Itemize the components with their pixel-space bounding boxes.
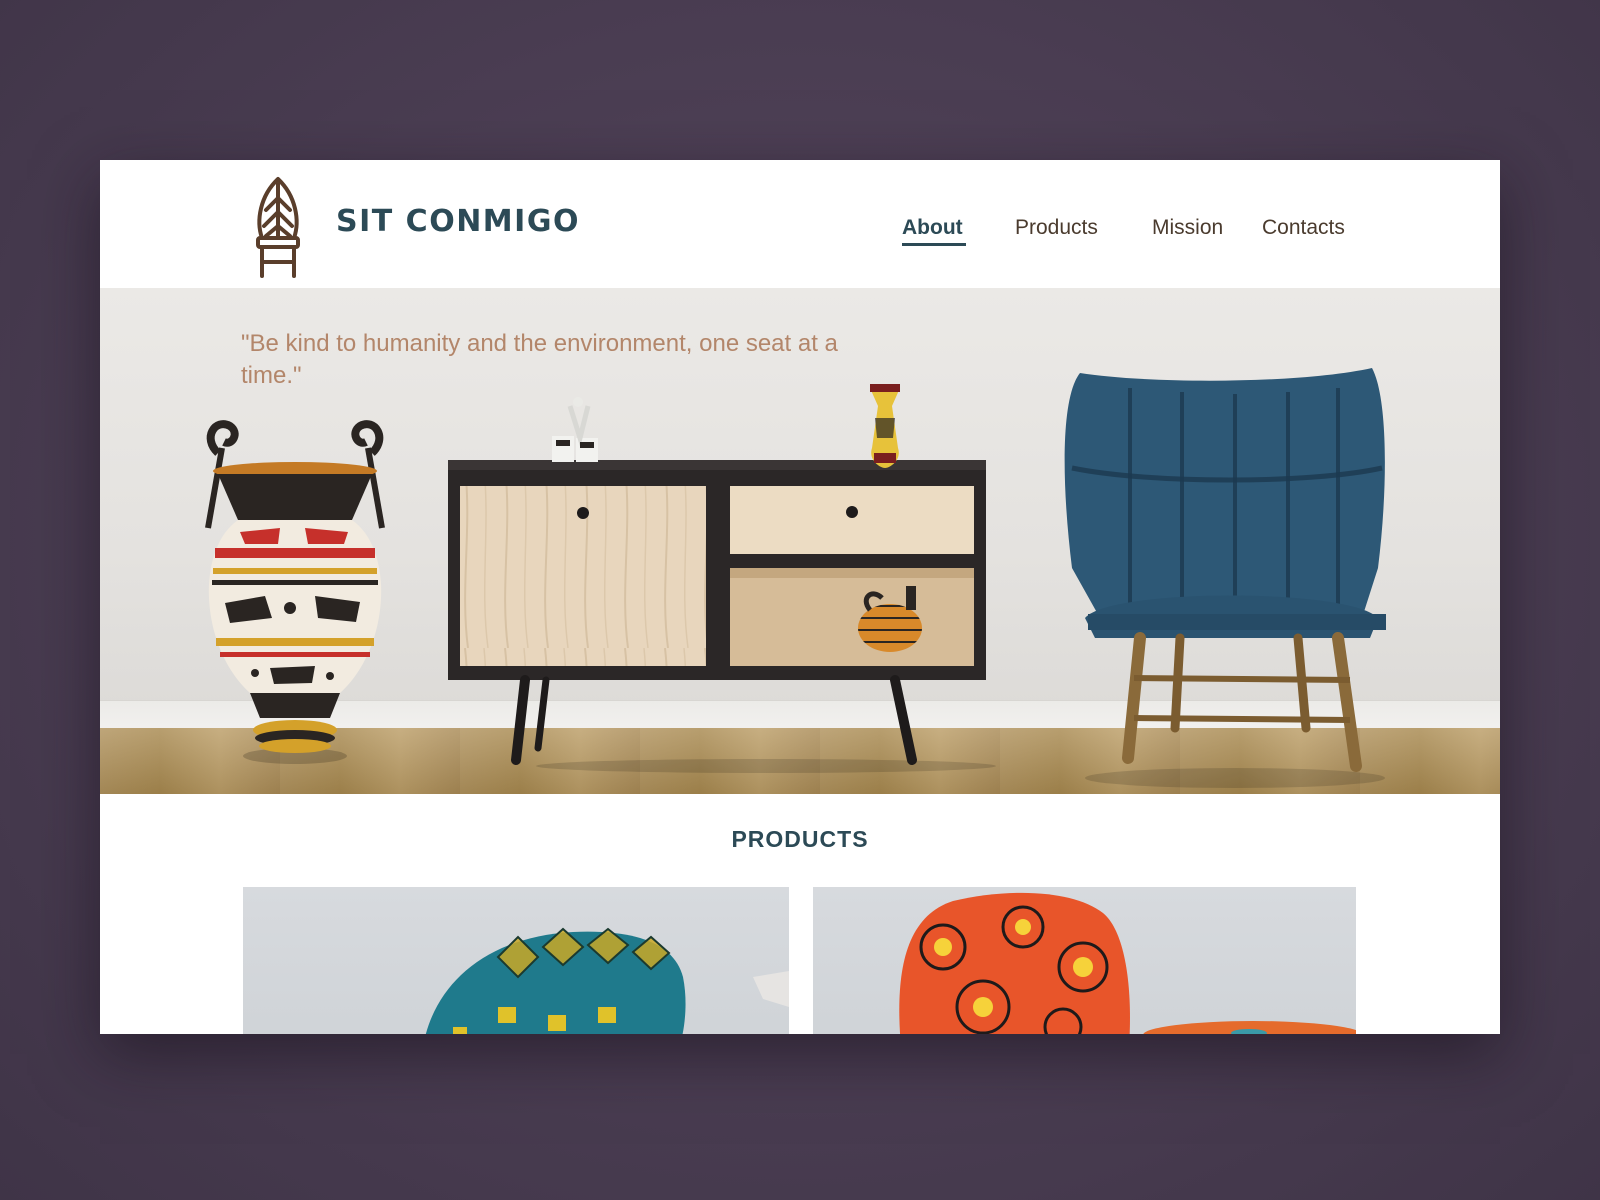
blue-chair-image [1064, 368, 1386, 788]
product-card-orange-chair[interactable] [813, 887, 1356, 1034]
yellow-jug-image [870, 384, 900, 468]
nav-link-products[interactable]: Products [1015, 216, 1098, 240]
orange-patterned-chair-image [899, 892, 1356, 1034]
products-heading: PRODUCTS [731, 826, 869, 852]
nav-link-mission[interactable]: Mission [1152, 216, 1223, 240]
active-nav-underline [902, 243, 966, 246]
teal-patterned-chair-image [425, 927, 789, 1034]
main-nav: About Products Mission Contacts [100, 160, 1500, 288]
hero-quote: "Be kind to humanity and the environment… [241, 330, 838, 389]
nav-link-contacts[interactable]: Contacts [1262, 216, 1345, 240]
product-card-teal-chair[interactable] [243, 887, 789, 1034]
nav-link-about[interactable]: About [902, 216, 963, 240]
amphora-vase-image [205, 420, 385, 764]
site-header: SIT CONMIGO About Products Mission Conta… [100, 160, 1500, 288]
sideboard-cabinet-image [448, 460, 996, 773]
products-section: PRODUCTS [100, 794, 1500, 1034]
website-page: SIT CONMIGO About Products Mission Conta… [100, 160, 1500, 1034]
figurines-image [552, 397, 598, 462]
hero-banner: "Be kind to humanity and the environment… [100, 288, 1500, 794]
